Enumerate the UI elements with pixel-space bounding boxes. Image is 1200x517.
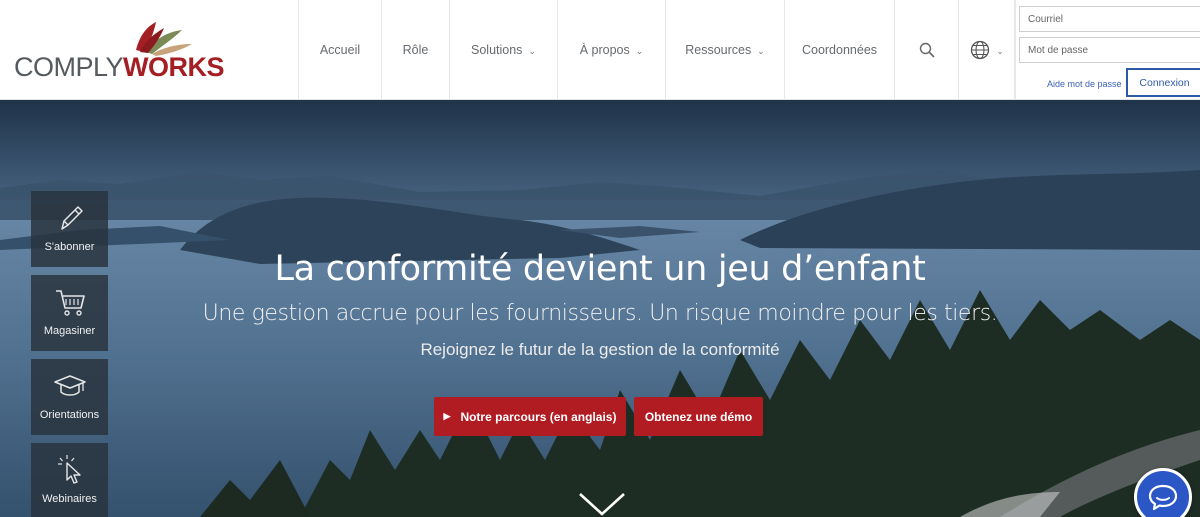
logo-works-text: WORKS — [123, 52, 225, 82]
nav-item-role[interactable]: Rôle — [381, 0, 449, 100]
nav-label: Ressources — [685, 43, 752, 57]
nav-item-a-propos[interactable]: À propos ⌄ — [557, 0, 665, 100]
sidebar-item-label: Orientations — [39, 409, 100, 421]
nav-label: Solutions — [471, 43, 523, 57]
sidebar-item-label: Magasiner — [43, 325, 96, 337]
search-button[interactable] — [894, 0, 958, 100]
nav-item-ressources[interactable]: Ressources ⌄ — [665, 0, 784, 100]
nav-item-solutions[interactable]: Solutions ⌄ — [449, 0, 557, 100]
pencil-icon — [60, 206, 83, 230]
password-field[interactable] — [1019, 37, 1200, 63]
complyworks-logo[interactable]: COMPLYWORKS — [14, 20, 225, 82]
play-icon: ▶ — [443, 411, 451, 421]
logo-comply-text: COMPLY — [14, 52, 124, 82]
cta-label: Obtenez une démo — [644, 409, 753, 424]
hero-section: S'abonner Magasiner Orientations Webinai… — [0, 100, 1200, 517]
search-icon — [919, 42, 935, 58]
chevron-down-icon: ⌄ — [757, 45, 765, 56]
hero-tagline: Rejoignez le futur de la gestion de la c… — [420, 340, 780, 359]
logo-mark-icon — [136, 22, 192, 56]
cta-label: Notre parcours (en anglais) — [460, 409, 617, 424]
logo-wordmark: COMPLYWORKS — [14, 52, 225, 82]
login-button[interactable]: Connexion — [1126, 68, 1200, 97]
nav-label: Rôle — [402, 43, 429, 57]
login-form: Aide mot de passe Connexion — [1014, 0, 1200, 100]
sidebar-item-webinars[interactable]: Webinaires — [31, 443, 108, 517]
journey-video-button[interactable]: ▶ Notre parcours (en anglais) — [434, 397, 626, 436]
graduation-cap-icon — [53, 375, 86, 396]
language-selector[interactable]: ⌄ — [958, 0, 1016, 100]
chevron-down-icon: ⌄ — [528, 45, 536, 56]
chat-icon — [1148, 484, 1178, 511]
request-demo-button[interactable]: Obtenez une démo — [634, 397, 763, 436]
globe-icon — [971, 40, 990, 60]
chat-widget-button[interactable] — [1134, 468, 1192, 517]
site-header: COMPLYWORKS Accueil Rôle Solutions ⌄ À p… — [0, 0, 1200, 100]
nav-label: Accueil — [319, 43, 361, 57]
nav-item-accueil[interactable]: Accueil — [298, 0, 381, 100]
scroll-down-chevron-icon[interactable] — [576, 492, 628, 517]
email-field[interactable] — [1019, 6, 1200, 32]
sidebar-item-orientations[interactable]: Orientations — [31, 359, 108, 435]
chevron-down-icon: ⌄ — [635, 45, 644, 56]
nav-item-coordonnees[interactable]: Coordonnées — [784, 0, 894, 100]
nav-label: À propos — [579, 43, 630, 57]
sidebar-item-label: Webinaires — [42, 493, 97, 505]
nav-label: Coordonnées — [801, 43, 878, 57]
chevron-down-icon: ⌄ — [996, 45, 1004, 56]
main-nav: Accueil Rôle Solutions ⌄ À propos ⌄ Ress… — [298, 0, 1016, 100]
pointer-click-icon — [57, 455, 81, 484]
forgot-password-link[interactable]: Aide mot de passe — [1047, 79, 1122, 89]
hero-subtitle: Une gestion accrue pour les fournisseurs… — [202, 301, 998, 326]
hero-title: La conformité devient un jeu d’enfant — [274, 249, 926, 289]
